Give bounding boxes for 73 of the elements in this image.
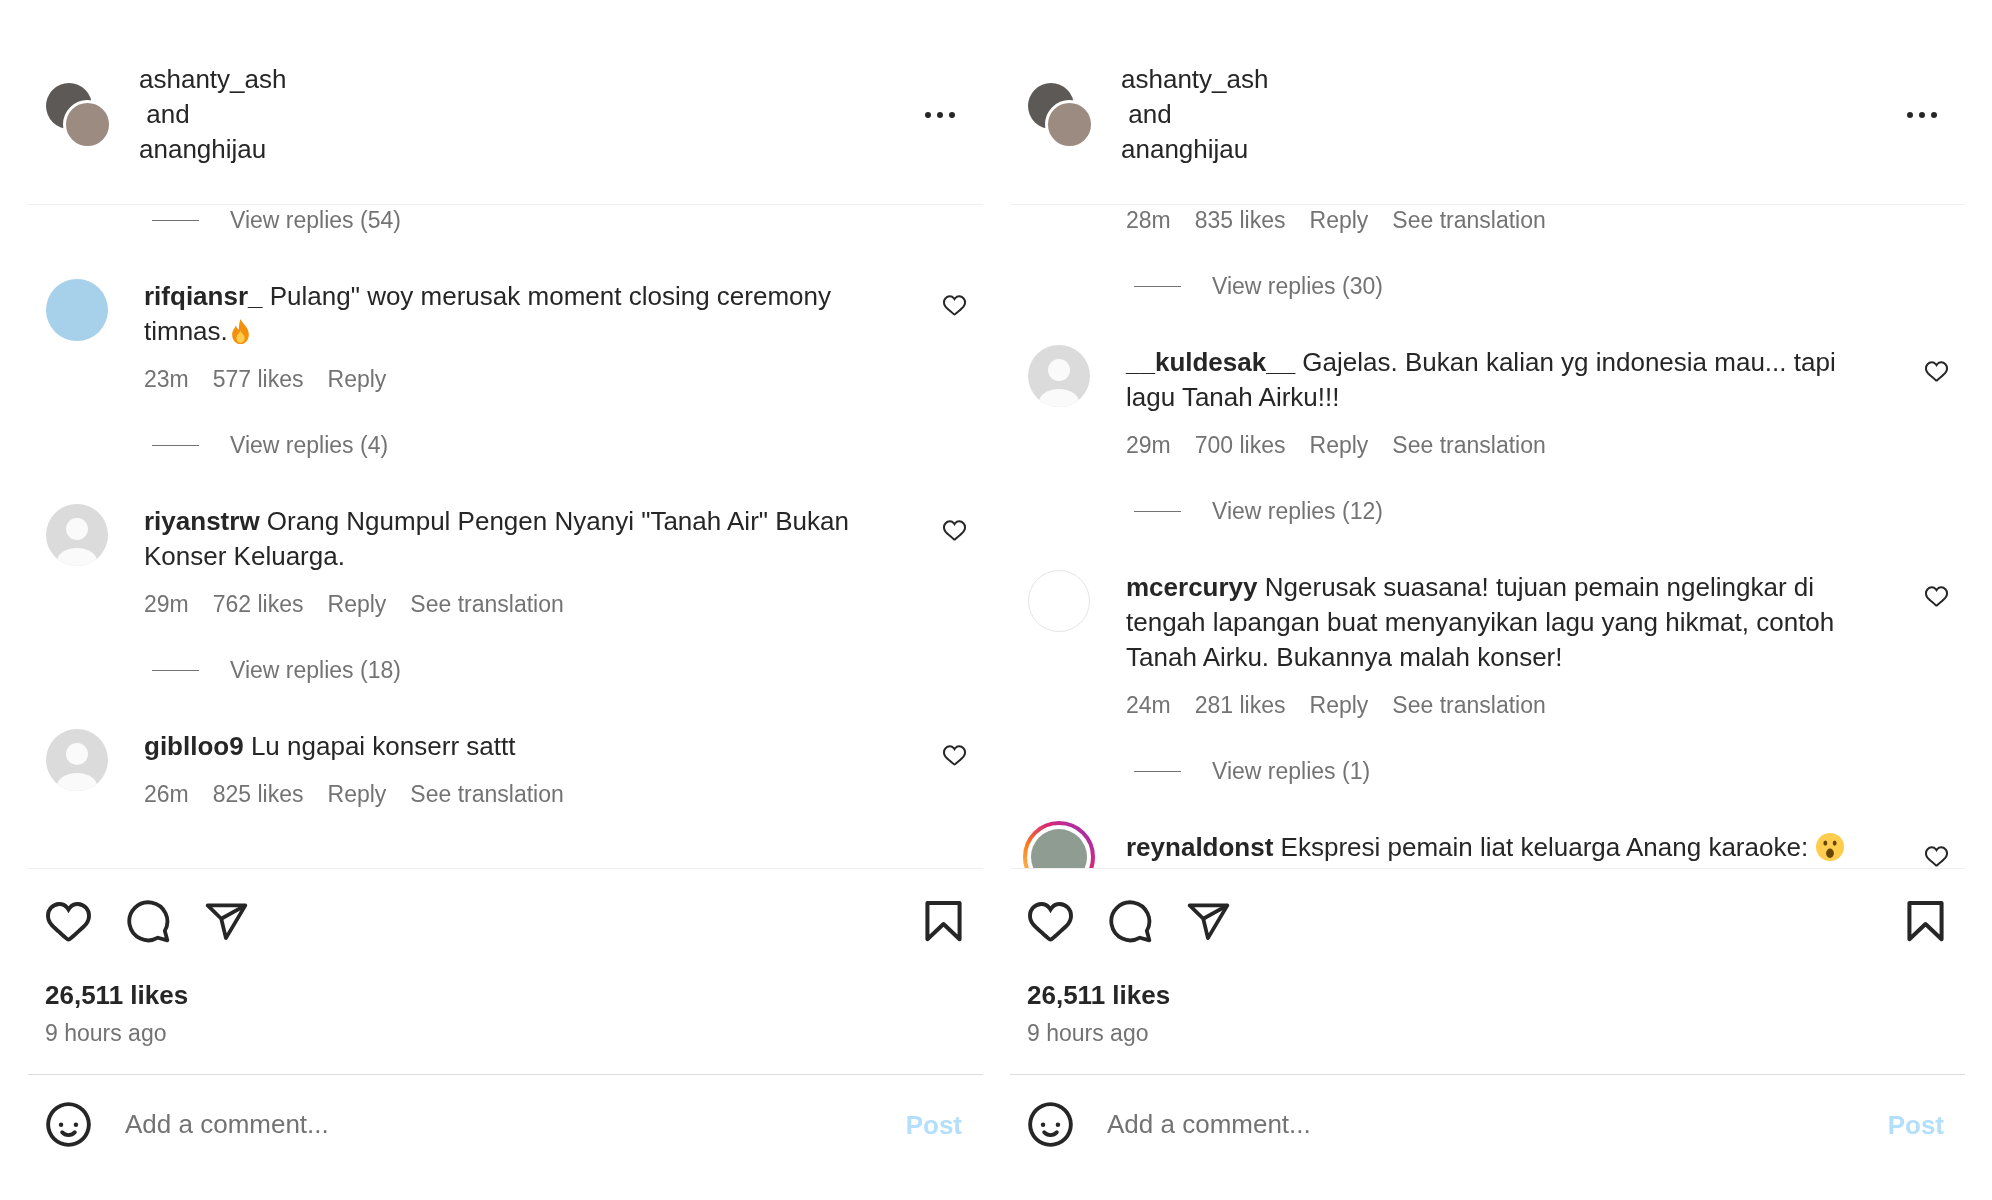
reply-button[interactable]: Reply (1309, 205, 1369, 235)
likes-link[interactable]: 700 likes (1194, 430, 1286, 460)
view-replies-button[interactable]: View replies (4) (230, 430, 389, 460)
comment-text: __kuldesak__ Gajelas. Bukan kalian yg indonesia mau... tapi lagu Tanah Airku!!! (1126, 346, 1837, 414)
heart-icon[interactable] (1028, 901, 1073, 942)
reply-button[interactable]: Reply (327, 779, 387, 809)
username-link[interactable]: mcercuryy (1126, 572, 1258, 602)
heart-icon[interactable] (1925, 361, 1948, 382)
username-link[interactable]: ashanty_ash (1121, 62, 1269, 97)
likes-link[interactable]: 26,511 likes (1027, 978, 1171, 1012)
likes-link[interactable]: 762 likes (212, 589, 304, 619)
smiley-icon[interactable] (46, 1102, 91, 1147)
username-link[interactable]: giblloo9 (144, 731, 244, 761)
view-replies-button[interactable]: View replies (12) (1212, 496, 1383, 526)
heart-icon[interactable] (943, 745, 966, 766)
username-link[interactable]: ananghijau (139, 132, 287, 167)
username-link[interactable]: riyanstrw (144, 506, 260, 536)
post-time: 9 hours ago (45, 1019, 167, 1048)
comment-time: 26m (144, 780, 189, 809)
username-link[interactable]: reynaldonst (1126, 832, 1274, 862)
translation-link[interactable]: See translation (410, 779, 564, 809)
paper-plane-icon[interactable] (1187, 902, 1230, 941)
comment-time: 24m (1126, 691, 1171, 720)
bookmark-icon[interactable] (925, 901, 962, 942)
view-replies-button[interactable]: View replies (18) (230, 655, 401, 685)
fire-icon (229, 319, 251, 344)
reply-button[interactable]: Reply (1309, 430, 1369, 460)
likes-link[interactable]: 577 likes (212, 364, 304, 394)
likes-link[interactable]: 281 likes (1194, 690, 1286, 720)
username-link[interactable]: ananghijau (1121, 132, 1269, 167)
speech-bubble-icon[interactable] (1109, 900, 1152, 943)
joiner-text: and (145, 98, 191, 131)
heart-icon[interactable] (46, 901, 91, 942)
view-replies-button[interactable]: View replies (1) (1212, 756, 1371, 786)
likes-link[interactable]: 835 likes (1194, 205, 1286, 235)
view-replies-button[interactable]: View replies (54) (230, 205, 401, 235)
surprised-face-icon (1816, 833, 1845, 861)
translation-link[interactable]: See translation (1392, 430, 1546, 460)
speech-bubble-icon[interactable] (127, 900, 170, 943)
username-link[interactable]: ashanty_ash (139, 62, 287, 97)
comment-text: riyanstrw Orang Ngumpul Pengen Nyanyi "Tanah Air" Bukan Konser Keluarga. (144, 505, 850, 573)
bookmark-icon[interactable] (1907, 901, 1944, 942)
comment-text: rifqiansr_ Pulang" woy merusak moment closing ceremony timnas. (144, 280, 832, 348)
more-options-icon[interactable] (1907, 112, 1937, 118)
comment-input[interactable]: Add a comment... (1107, 1104, 1872, 1145)
comment-text: giblloo9 Lu ngapai konserr sattt (144, 730, 517, 763)
comment-time: 28m (1126, 206, 1171, 235)
comment-text: mcercuryy Ngerusak suasana! tujuan pemain ngelingkar di tengah lapangan buat menyanyikan lagu yang hikmat, contoh Tanah Airku. Bukannya malah konser! (1126, 571, 1836, 674)
more-options-icon[interactable] (925, 112, 955, 118)
translation-link[interactable]: See translation (410, 589, 564, 619)
comment-time: 29m (144, 590, 189, 619)
view-replies-button[interactable]: View replies (30) (1212, 271, 1383, 301)
likes-link[interactable]: 26,511 likes (45, 978, 189, 1012)
comment-text: reynaldonst Ekspresi pemain liat keluarga Anang karaoke: (1126, 830, 1881, 865)
heart-icon[interactable] (1925, 846, 1948, 867)
paper-plane-icon[interactable] (205, 902, 248, 941)
username-link[interactable]: rifqiansr_ (144, 281, 263, 311)
likes-link[interactable]: 825 likes (212, 779, 304, 809)
comment-time: 29m (1126, 431, 1171, 460)
comment-input[interactable]: Add a comment... (125, 1104, 890, 1145)
translation-link[interactable]: See translation (1392, 690, 1546, 720)
comment-time: 23m (144, 365, 189, 394)
translation-link[interactable]: See translation (1392, 205, 1546, 235)
reply-button[interactable]: Reply (327, 364, 387, 394)
smiley-icon[interactable] (1028, 1102, 1073, 1147)
heart-icon[interactable] (943, 520, 966, 541)
reply-button[interactable]: Reply (327, 589, 387, 619)
username-link[interactable]: __kuldesak__ (1126, 347, 1296, 377)
heart-icon[interactable] (943, 295, 966, 316)
reply-button[interactable]: Reply (1309, 690, 1369, 720)
heart-icon[interactable] (1925, 586, 1948, 607)
joiner-text: and (1127, 98, 1173, 131)
post-time: 9 hours ago (1027, 1019, 1149, 1048)
